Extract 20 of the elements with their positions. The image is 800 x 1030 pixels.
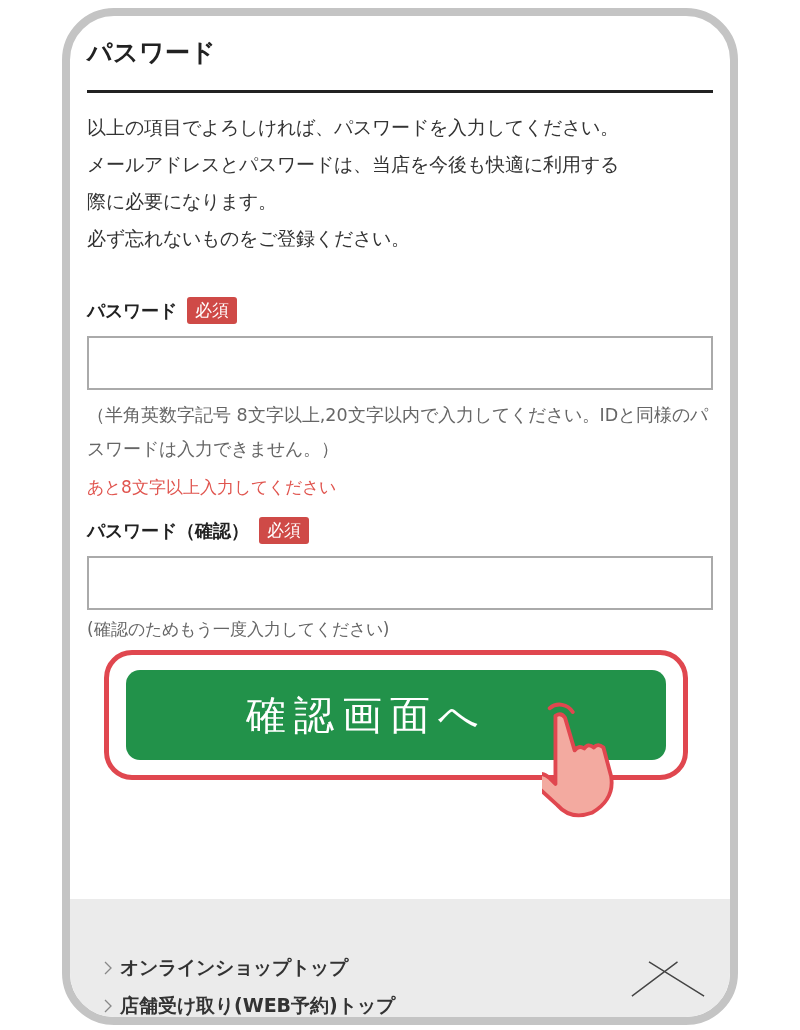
password-field[interactable] bbox=[87, 336, 713, 390]
hint-text: (確認のためもう一度入力してください) bbox=[87, 618, 391, 641]
error-text: あと8文字以上入力してください bbox=[87, 476, 337, 499]
chevron-icon bbox=[104, 961, 112, 975]
confirm-button[interactable]: 確認画面へ bbox=[126, 670, 666, 760]
intro-text: メールアドレスとパスワードは、当店を今後も快適に利用する bbox=[87, 153, 620, 177]
field-label: パスワード（確認） bbox=[87, 518, 249, 543]
intro-text: 必ず忘れないものをご登録ください。 bbox=[87, 227, 411, 251]
field-label: パスワード bbox=[87, 298, 177, 323]
close-icon[interactable] bbox=[630, 959, 706, 999]
chevron-icon bbox=[104, 999, 112, 1013]
required-badge: 必須 bbox=[259, 517, 309, 544]
hint-text: （半角英数字記号 8文字以上,20文字以内で入力してください。IDと同様のパスワードは入力できません。） bbox=[87, 404, 710, 461]
intro-text: 以上の項目でよろしければ、パスワードを入力してください。 bbox=[87, 116, 620, 140]
footer-link[interactable]: オンラインショップトップ bbox=[104, 955, 395, 981]
footer-link[interactable]: 店舗受け取り(WEB予約)トップ bbox=[104, 993, 395, 1017]
password-field[interactable] bbox=[87, 556, 713, 610]
required-badge: 必須 bbox=[187, 297, 237, 324]
intro-text: 際に必要になります。 bbox=[87, 190, 278, 214]
section-title: パスワード bbox=[87, 37, 217, 69]
